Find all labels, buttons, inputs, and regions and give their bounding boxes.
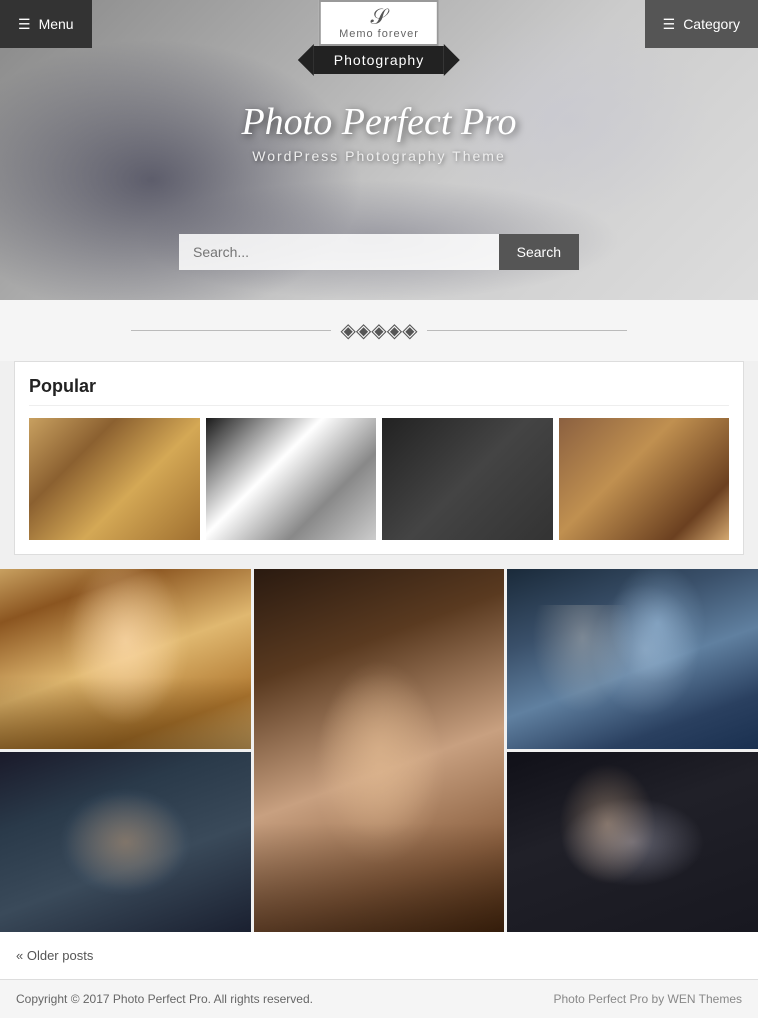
photo-image-5 — [507, 752, 758, 932]
photo-grid — [0, 569, 758, 932]
header-hero: ☰ Menu 𝒮 Memo forever Photography ☰ Cate… — [0, 0, 758, 300]
menu-button[interactable]: ☰ Menu — [0, 0, 92, 48]
search-input[interactable] — [179, 234, 499, 270]
hero-text-area: Photo Perfect Pro WordPress Photography … — [241, 100, 516, 164]
logo-area: 𝒮 Memo forever Photography — [298, 0, 460, 76]
older-posts-link[interactable]: « Older posts — [16, 948, 93, 963]
menu-label: Menu — [39, 16, 74, 32]
photo-image-1 — [0, 569, 251, 749]
popular-item-2[interactable] — [206, 418, 377, 540]
popular-image-4 — [559, 418, 730, 540]
photo-cell-3[interactable] — [507, 569, 758, 749]
category-button[interactable]: ☰ Category — [645, 0, 758, 48]
search-button[interactable]: Search — [499, 234, 579, 270]
popular-item-4[interactable] — [559, 418, 730, 540]
popular-item-1[interactable] — [29, 418, 200, 540]
popular-item-3[interactable] — [382, 418, 553, 540]
ornament-symbol: ◈◈◈◈◈ — [341, 318, 418, 343]
photo-cell-4[interactable] — [0, 752, 251, 932]
popular-title: Popular — [29, 376, 729, 406]
banner-arrow-left — [298, 44, 314, 76]
photo-cell-1[interactable] — [0, 569, 251, 749]
hero-title: Photo Perfect Pro — [241, 100, 516, 144]
category-label: Category — [683, 16, 740, 32]
ornament-line: ◈◈◈◈◈ — [0, 318, 758, 343]
banner-arrow-right — [444, 44, 460, 76]
popular-image-2 — [206, 418, 377, 540]
photography-label: Photography — [314, 46, 444, 74]
photo-image-3 — [507, 569, 758, 749]
photo-cell-2[interactable] — [254, 569, 505, 932]
photo-image-2 — [254, 569, 505, 932]
popular-image-1 — [29, 418, 200, 540]
photography-banner: Photography — [298, 44, 460, 76]
category-icon: ☰ — [663, 16, 676, 33]
logo-swirl: 𝒮 — [337, 6, 421, 28]
popular-section: Popular — [14, 361, 744, 555]
popular-image-3 — [382, 418, 553, 540]
photo-cell-5[interactable] — [507, 752, 758, 932]
divider-section: ◈◈◈◈◈ — [0, 300, 758, 361]
top-navigation: ☰ Menu 𝒮 Memo forever Photography ☰ Cate… — [0, 0, 758, 48]
menu-icon: ☰ — [18, 16, 31, 33]
search-bar: Search — [179, 234, 579, 270]
popular-grid — [29, 418, 729, 540]
logo-text: Memo forever — [337, 28, 421, 40]
hero-subtitle: WordPress Photography Theme — [241, 148, 516, 164]
footer-credits: Photo Perfect Pro by WEN Themes — [553, 992, 742, 1006]
footer-copyright: Copyright © 2017 Photo Perfect Pro. All … — [16, 992, 313, 1006]
site-footer: Copyright © 2017 Photo Perfect Pro. All … — [0, 979, 758, 1018]
logo-box[interactable]: 𝒮 Memo forever — [319, 0, 439, 46]
photo-image-4 — [0, 752, 251, 932]
